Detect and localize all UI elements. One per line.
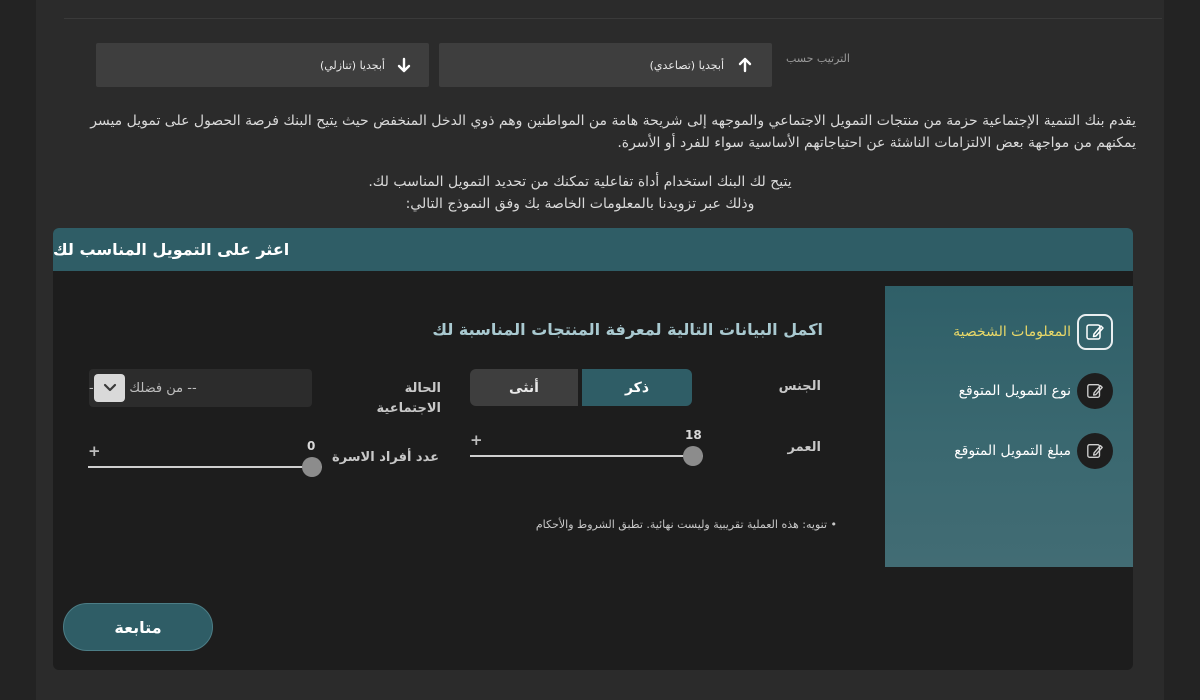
marital-status-label: الحالة الاجتماعية (376, 381, 441, 416)
family-slider-track (88, 466, 322, 468)
chevron-down-icon[interactable] (94, 374, 125, 402)
arrow-up-icon (736, 56, 754, 74)
intro-line-2: وذلك عبر تزويدنا بالمعلومات الخاصة بك وف… (405, 196, 755, 212)
disclaimer-note: • تنويه: هذه العملية تقريبية وليست نهائي… (535, 518, 837, 531)
sort-ascending-label: أبجديا (تصاعدي) (649, 58, 724, 72)
age-slider-track (470, 455, 703, 457)
sort-label: الترتيب حسب (786, 52, 850, 65)
edit-icon (1077, 314, 1113, 350)
steps-panel: المعلومات الشخصية نوع التمويل المتوقع مب… (885, 286, 1133, 567)
continue-button[interactable]: متابعة (63, 603, 213, 651)
step-financing-amount[interactable]: مبلغ التمويل المتوقع (954, 433, 1113, 469)
intro-line-1: يتيح لك البنك استخدام أداة تفاعلية تمكنك… (368, 174, 792, 190)
left-gutter (0, 0, 36, 700)
step-personal-info[interactable]: المعلومات الشخصية (953, 314, 1113, 350)
age-label: العمر (787, 440, 821, 455)
marital-status-select[interactable]: -- من فضلك اختر -- (89, 369, 312, 407)
age-slider[interactable] (470, 446, 703, 466)
financing-finder-card: اعثر على التمويل المناسب لك المعلومات ال… (53, 228, 1133, 670)
age-value: 18 (685, 428, 702, 442)
card-title: اعثر على التمويل المناسب لك (53, 228, 1133, 271)
right-gutter (1164, 0, 1200, 700)
gender-male-button[interactable]: ذكر (582, 369, 692, 406)
family-size-label: عدد أفراد الاسرة (332, 450, 439, 465)
top-divider (64, 18, 1162, 19)
step-label: نوع التمويل المتوقع (958, 383, 1071, 399)
step-label: مبلغ التمويل المتوقع (954, 443, 1071, 459)
gender-female-button[interactable]: أنثى (470, 369, 578, 406)
sort-ascending-button[interactable]: أبجديا (تصاعدي) (439, 43, 772, 87)
step-financing-type[interactable]: نوع التمويل المتوقع (959, 373, 1113, 409)
family-slider-thumb[interactable] (302, 457, 322, 477)
sort-descending-label: أبجديا (تنازلي) (319, 58, 385, 72)
intro-paragraph: يقدم بنك التنمية الإجتماعية حزمة من منتج… (90, 113, 1136, 151)
form-title: اكمل البيانات التالية لمعرفة المنتجات ال… (432, 320, 823, 339)
intro-instructions: يتيح لك البنك استخدام أداة تفاعلية تمكنك… (300, 171, 860, 215)
sort-descending-button[interactable]: أبجديا (تنازلي) (96, 43, 429, 87)
step-label: المعلومات الشخصية (953, 324, 1071, 340)
gender-label: الجنس (778, 379, 821, 394)
age-slider-thumb[interactable] (683, 446, 703, 466)
family-size-value: 0 (307, 439, 316, 453)
edit-icon (1077, 373, 1113, 409)
arrow-down-icon (395, 56, 413, 74)
edit-icon (1077, 433, 1113, 469)
family-size-slider[interactable] (88, 457, 322, 477)
